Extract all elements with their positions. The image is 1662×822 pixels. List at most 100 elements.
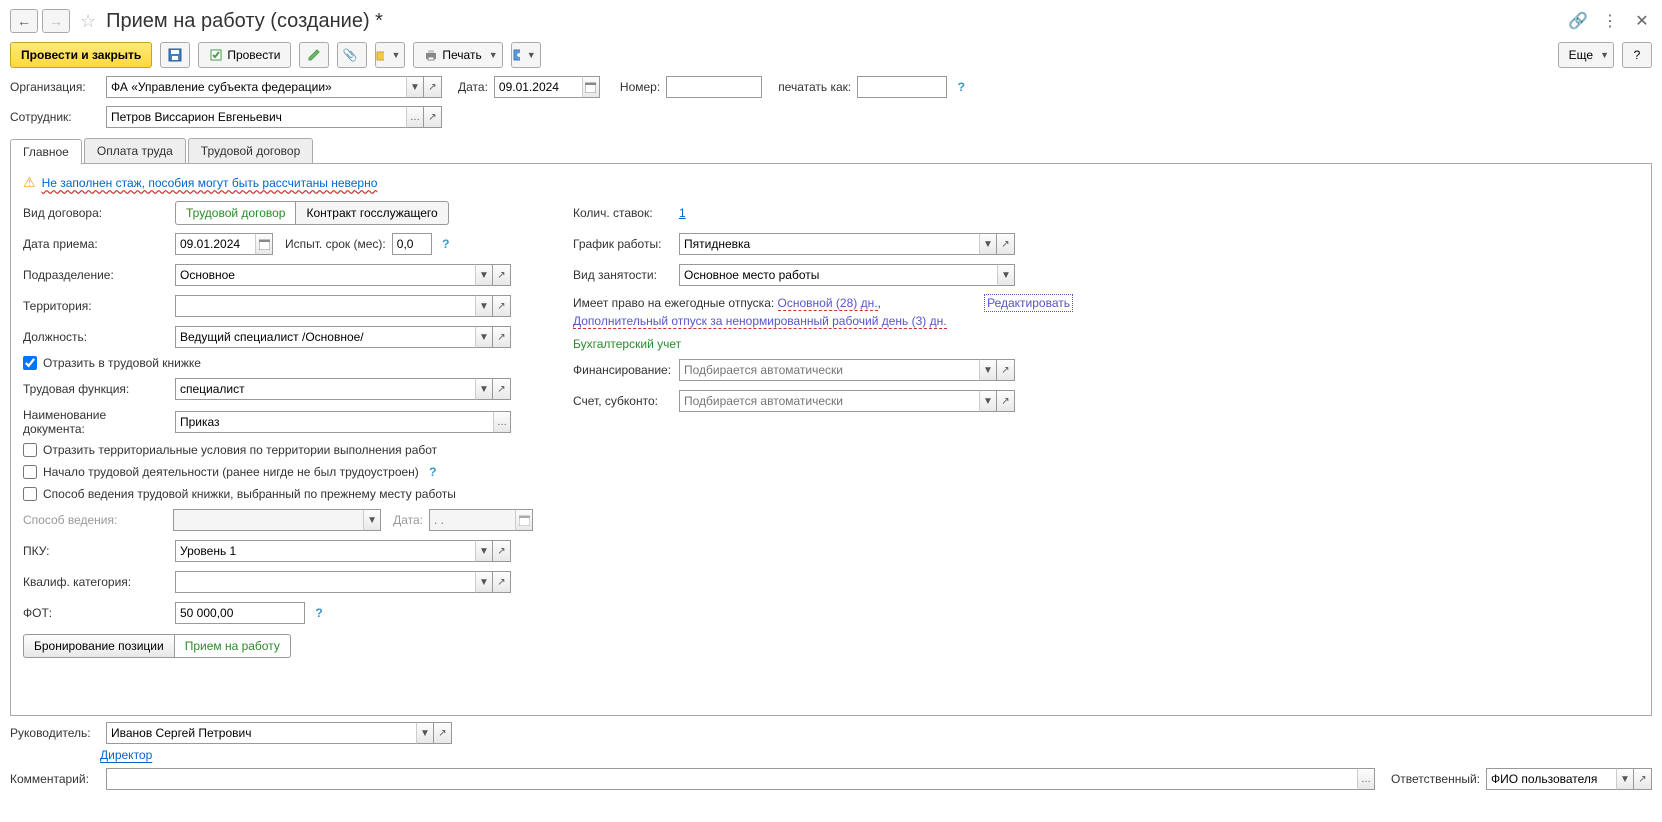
- toolbar-right: Еще ▼ ?: [1558, 42, 1652, 68]
- schedule-open[interactable]: ↗: [997, 233, 1015, 255]
- chevron-down-icon: ▼: [391, 50, 400, 60]
- close-icon[interactable]: ✕: [1632, 11, 1652, 31]
- print-as-input[interactable]: [857, 76, 947, 98]
- first-job-label: Начало трудовой деятельности (ранее нигд…: [43, 465, 419, 479]
- date-calendar-button[interactable]: [582, 76, 600, 98]
- schedule-dropdown[interactable]: ▼: [979, 233, 997, 255]
- manager-open[interactable]: ↗: [434, 722, 452, 744]
- contract-type-gov[interactable]: Контракт госслужащего: [296, 201, 448, 225]
- favorite-star-icon[interactable]: ☆: [80, 11, 96, 32]
- employee-input[interactable]: [106, 106, 406, 128]
- labor-function-dropdown[interactable]: ▼: [475, 378, 493, 400]
- vacation-main-link[interactable]: Основной (28) дн.: [778, 296, 878, 311]
- manager-position-link[interactable]: Директор: [100, 748, 152, 762]
- labor-function-open[interactable]: ↗: [493, 378, 511, 400]
- pku-open[interactable]: ↗: [493, 540, 511, 562]
- qual-dropdown[interactable]: ▼: [475, 571, 493, 593]
- first-job-hint[interactable]: ?: [425, 464, 441, 480]
- responsible-input[interactable]: [1486, 768, 1616, 790]
- manager-dropdown[interactable]: ▼: [416, 722, 434, 744]
- comment-input[interactable]: [106, 768, 1357, 790]
- post-button[interactable]: Провести: [198, 42, 291, 68]
- reflect-workbook-checkbox[interactable]: [23, 356, 37, 370]
- tab-contract[interactable]: Трудовой договор: [188, 138, 313, 163]
- forward-button[interactable]: →: [42, 9, 70, 33]
- date-input[interactable]: [494, 76, 582, 98]
- account-open[interactable]: ↗: [997, 390, 1015, 412]
- number-input[interactable]: [666, 76, 762, 98]
- manager-input[interactable]: [106, 722, 416, 744]
- qual-input[interactable]: [175, 571, 475, 593]
- more-button[interactable]: Еще ▼: [1558, 42, 1614, 68]
- docname-input[interactable]: [175, 411, 493, 433]
- responsible-open[interactable]: ↗: [1634, 768, 1652, 790]
- qual-open[interactable]: ↗: [493, 571, 511, 593]
- pku-input[interactable]: [175, 540, 475, 562]
- financing-dropdown[interactable]: ▼: [979, 359, 997, 381]
- financing-open[interactable]: ↗: [997, 359, 1015, 381]
- employment-input[interactable]: [679, 264, 997, 286]
- comment-select[interactable]: …: [1357, 768, 1375, 790]
- related-button[interactable]: ▼: [375, 42, 405, 68]
- fot-input[interactable]: [175, 602, 305, 624]
- account-input[interactable]: [679, 390, 979, 412]
- financing-input[interactable]: [679, 359, 979, 381]
- position-open[interactable]: ↗: [493, 326, 511, 348]
- territory-input[interactable]: [175, 295, 475, 317]
- vacation-extra-link[interactable]: Дополнительный отпуск за ненормированный…: [573, 314, 947, 329]
- prev-method-checkbox[interactable]: [23, 487, 37, 501]
- hire-button[interactable]: Прием на работу: [175, 634, 291, 658]
- print-button[interactable]: Печать ▼: [413, 42, 502, 68]
- fot-hint[interactable]: ?: [311, 605, 327, 621]
- create-button[interactable]: [299, 42, 329, 68]
- schedule-label: График работы:: [573, 237, 673, 251]
- docname-select[interactable]: …: [493, 411, 511, 433]
- employee-open[interactable]: ↗: [424, 106, 442, 128]
- booking-button[interactable]: Бронирование позиции: [23, 634, 175, 658]
- labor-function-input[interactable]: [175, 378, 475, 400]
- employment-dropdown[interactable]: ▼: [997, 264, 1015, 286]
- territory-open[interactable]: ↗: [493, 295, 511, 317]
- kebab-menu-icon[interactable]: ⋮: [1600, 11, 1620, 31]
- territory-dropdown[interactable]: ▼: [475, 295, 493, 317]
- left-column: Вид договора: Трудовой договор Контракт …: [23, 201, 533, 658]
- probation-hint[interactable]: ?: [438, 236, 454, 252]
- pencil-icon: [307, 48, 321, 62]
- position-dropdown[interactable]: ▼: [475, 326, 493, 348]
- method-date-calendar: [515, 509, 533, 531]
- mode-toggle: Бронирование позиции Прием на работу: [23, 634, 291, 658]
- hire-date-calendar[interactable]: [255, 233, 273, 255]
- employee-select[interactable]: …: [406, 106, 424, 128]
- org-combo: ▼ ↗: [106, 76, 442, 98]
- tab-main[interactable]: Главное: [10, 139, 82, 164]
- department-dropdown[interactable]: ▼: [475, 264, 493, 286]
- probation-input[interactable]: [392, 233, 432, 255]
- save-button[interactable]: [160, 42, 190, 68]
- back-button[interactable]: ←: [10, 9, 38, 33]
- org-input[interactable]: [106, 76, 406, 98]
- responsible-dropdown[interactable]: ▼: [1616, 768, 1634, 790]
- org-open[interactable]: ↗: [424, 76, 442, 98]
- attach-button[interactable]: 📎: [337, 42, 367, 68]
- rate-link[interactable]: 1: [679, 206, 686, 220]
- department-open[interactable]: ↗: [493, 264, 511, 286]
- hire-date-input[interactable]: [175, 233, 255, 255]
- position-input[interactable]: [175, 326, 475, 348]
- print-as-hint[interactable]: ?: [953, 79, 969, 95]
- link-icon[interactable]: 🔗: [1568, 11, 1588, 31]
- schedule-input[interactable]: [679, 233, 979, 255]
- edit-vacation-link[interactable]: Редактировать: [984, 294, 1073, 312]
- export-button[interactable]: ▼: [511, 42, 541, 68]
- method-date-label: Дата:: [393, 513, 423, 527]
- post-and-close-button[interactable]: Провести и закрыть: [10, 42, 152, 68]
- department-input[interactable]: [175, 264, 475, 286]
- pku-dropdown[interactable]: ▼: [475, 540, 493, 562]
- contract-type-labor[interactable]: Трудовой договор: [175, 201, 296, 225]
- territorial-checkbox[interactable]: [23, 443, 37, 457]
- tab-payment[interactable]: Оплата труда: [84, 138, 186, 163]
- org-dropdown[interactable]: ▼: [406, 76, 424, 98]
- help-button[interactable]: ?: [1622, 42, 1652, 68]
- warning-link[interactable]: Не заполнен стаж, пособия могут быть рас…: [42, 176, 378, 190]
- account-dropdown[interactable]: ▼: [979, 390, 997, 412]
- first-job-checkbox[interactable]: [23, 465, 37, 479]
